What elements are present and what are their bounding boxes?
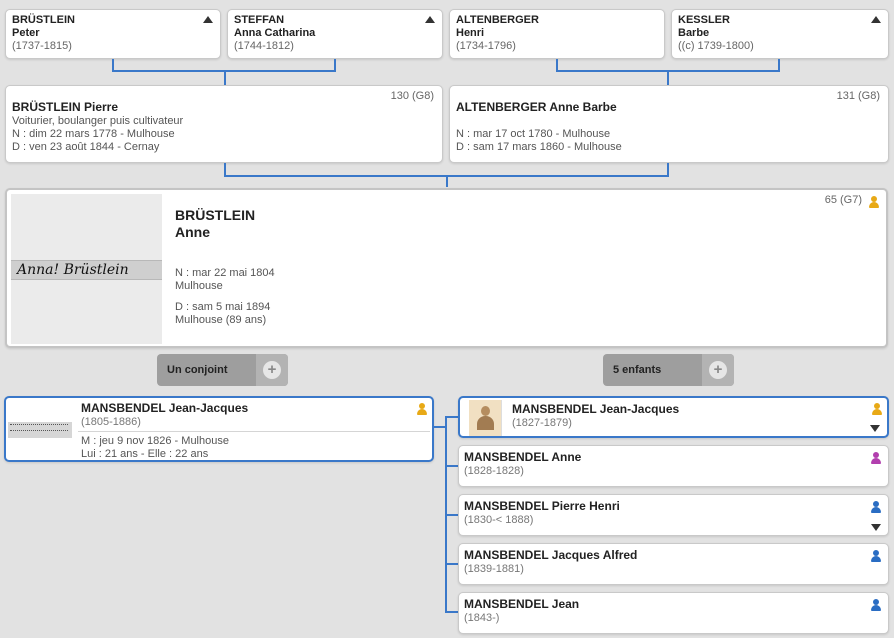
grandparent-dates: ((c) 1739-1800) bbox=[678, 40, 754, 52]
connector bbox=[224, 70, 226, 85]
subject-photo[interactable]: Anna! Brüstlein bbox=[11, 194, 162, 344]
marriage-ages: Lui : 21 ans - Elle : 22 ans bbox=[81, 448, 209, 460]
subject-firstname: Anne bbox=[175, 224, 210, 240]
children-toggle[interactable]: 5 enfants + bbox=[603, 354, 734, 386]
child-name: MANSBENDEL Jacques Alfred bbox=[464, 548, 638, 562]
divider bbox=[78, 431, 430, 432]
expand-up-icon[interactable] bbox=[871, 16, 881, 23]
grandparent-lastname: BRÜSTLEIN bbox=[12, 14, 75, 26]
grandparent-dates: (1744-1812) bbox=[234, 40, 294, 52]
grandparent-lastname: KESSLER bbox=[678, 14, 730, 26]
child-photo bbox=[469, 400, 502, 436]
grandparent-dates: (1734-1796) bbox=[456, 40, 516, 52]
plus-icon: + bbox=[709, 361, 727, 379]
subject-birth-place: Mulhouse bbox=[175, 280, 223, 292]
grandparent-lastname: STEFFAN bbox=[234, 14, 285, 26]
spouses-label: Un conjoint bbox=[167, 364, 228, 376]
grandparent-firstname: Anna Catharina bbox=[234, 27, 316, 39]
subject-birth-date: N : mar 22 mai 1804 bbox=[175, 267, 275, 279]
connector bbox=[445, 611, 459, 613]
children-label: 5 enfants bbox=[613, 364, 662, 376]
subject-card[interactable]: Anna! Brüstlein 65 (G7) BRÜSTLEIN Anne N… bbox=[5, 188, 888, 348]
father-death: D : ven 23 août 1844 - Cernay bbox=[12, 141, 160, 153]
sosa-person-icon bbox=[868, 196, 880, 208]
grandparent-firstname: Peter bbox=[12, 27, 40, 39]
child-name: MANSBENDEL Jean bbox=[464, 597, 580, 611]
grandparent-card-brustlein-peter[interactable]: BRÜSTLEIN Peter (1737-1815) bbox=[5, 9, 221, 59]
child-name: MANSBENDEL Pierre Henri bbox=[464, 499, 620, 513]
subject-lastname: BRÜSTLEIN bbox=[175, 207, 256, 223]
connector bbox=[667, 70, 669, 85]
signature-image: Anna! Brüstlein bbox=[11, 260, 162, 280]
child-name: MANSBENDEL Jean-Jacques bbox=[512, 402, 680, 416]
spouses-toggle[interactable]: Un conjoint + bbox=[157, 354, 288, 386]
male-person-icon bbox=[870, 599, 882, 611]
expand-down-icon[interactable] bbox=[871, 524, 881, 531]
male-person-icon bbox=[870, 501, 882, 513]
connector bbox=[446, 175, 448, 187]
child-card-5[interactable]: MANSBENDEL Jean (1843-) bbox=[458, 592, 889, 634]
grandparent-card-kessler-barbe[interactable]: KESSLER Barbe ((c) 1739-1800) bbox=[671, 9, 889, 59]
sosa-number: 130 (G8) bbox=[390, 90, 434, 102]
spouse-signature-image bbox=[8, 422, 72, 438]
connector bbox=[445, 416, 459, 418]
spouse-name: MANSBENDEL Jean-Jacques bbox=[81, 401, 249, 415]
signature-scribble bbox=[10, 424, 68, 425]
add-spouse-button[interactable]: + bbox=[256, 354, 288, 386]
grandparent-card-steffan-anna[interactable]: STEFFAN Anna Catharina (1744-1812) bbox=[227, 9, 443, 59]
grandparent-firstname: Henri bbox=[456, 27, 485, 39]
child-card-2[interactable]: MANSBENDEL Anne (1828-1828) bbox=[458, 445, 889, 487]
child-card-3[interactable]: MANSBENDEL Pierre Henri (1830-< 1888) bbox=[458, 494, 889, 536]
sosa-number: 131 (G8) bbox=[836, 90, 880, 102]
child-card-4[interactable]: MANSBENDEL Jacques Alfred (1839-1881) bbox=[458, 543, 889, 585]
male-person-icon bbox=[870, 550, 882, 562]
mother-card[interactable]: 131 (G8) ALTENBERGER Anne Barbe N : mar … bbox=[449, 85, 889, 163]
child-name: MANSBENDEL Anne bbox=[464, 450, 582, 464]
subject-death-date: D : sam 5 mai 1894 bbox=[175, 301, 271, 313]
signature-scribble bbox=[10, 430, 68, 431]
child-dates: (1839-1881) bbox=[464, 563, 524, 575]
child-dates: (1830-< 1888) bbox=[464, 514, 534, 526]
expand-up-icon[interactable] bbox=[203, 16, 213, 23]
sosa-number: 65 (G7) bbox=[824, 194, 862, 206]
mother-birth: N : mar 17 oct 1780 - Mulhouse bbox=[456, 128, 611, 140]
connector bbox=[445, 563, 459, 565]
child-dates: (1828-1828) bbox=[464, 465, 524, 477]
marriage-info: M : jeu 9 nov 1826 - Mulhouse bbox=[81, 435, 229, 447]
expand-up-icon[interactable] bbox=[425, 16, 435, 23]
signature-text: Anna! Brüstlein bbox=[17, 262, 129, 278]
mother-death: D : sam 17 mars 1860 - Mulhouse bbox=[456, 141, 622, 153]
mother-name: ALTENBERGER Anne Barbe bbox=[456, 100, 617, 114]
father-birth: N : dim 22 mars 1778 - Mulhouse bbox=[12, 128, 175, 140]
connector bbox=[445, 465, 459, 467]
grandparent-dates: (1737-1815) bbox=[12, 40, 72, 52]
child-dates: (1843-) bbox=[464, 612, 500, 624]
spouse-dates: (1805-1886) bbox=[81, 416, 141, 428]
expand-down-icon[interactable] bbox=[870, 425, 880, 432]
father-name: BRÜSTLEIN Pierre bbox=[12, 100, 119, 114]
sosa-person-icon bbox=[416, 403, 428, 415]
subject-death-place: Mulhouse (89 ans) bbox=[175, 314, 267, 326]
grandparent-card-altenberger-henri[interactable]: ALTENBERGER Henri (1734-1796) bbox=[449, 9, 665, 59]
father-card[interactable]: 130 (G8) BRÜSTLEIN Pierre Voiturier, bou… bbox=[5, 85, 443, 163]
child-dates: (1827-1879) bbox=[512, 417, 572, 429]
portrait-head bbox=[481, 406, 490, 416]
plus-icon: + bbox=[263, 361, 281, 379]
portrait-body bbox=[477, 416, 494, 430]
sosa-person-icon bbox=[871, 403, 883, 415]
father-occupation: Voiturier, boulanger puis cultivateur bbox=[12, 115, 184, 127]
grandparent-lastname: ALTENBERGER bbox=[456, 14, 539, 26]
spouse-card[interactable]: MANSBENDEL Jean-Jacques (1805-1886) M : … bbox=[4, 396, 434, 462]
female-person-icon bbox=[870, 452, 882, 464]
add-child-button[interactable]: + bbox=[702, 354, 734, 386]
child-card-1[interactable]: MANSBENDEL Jean-Jacques (1827-1879) bbox=[458, 396, 889, 438]
connector bbox=[445, 514, 459, 516]
grandparent-firstname: Barbe bbox=[678, 27, 710, 39]
